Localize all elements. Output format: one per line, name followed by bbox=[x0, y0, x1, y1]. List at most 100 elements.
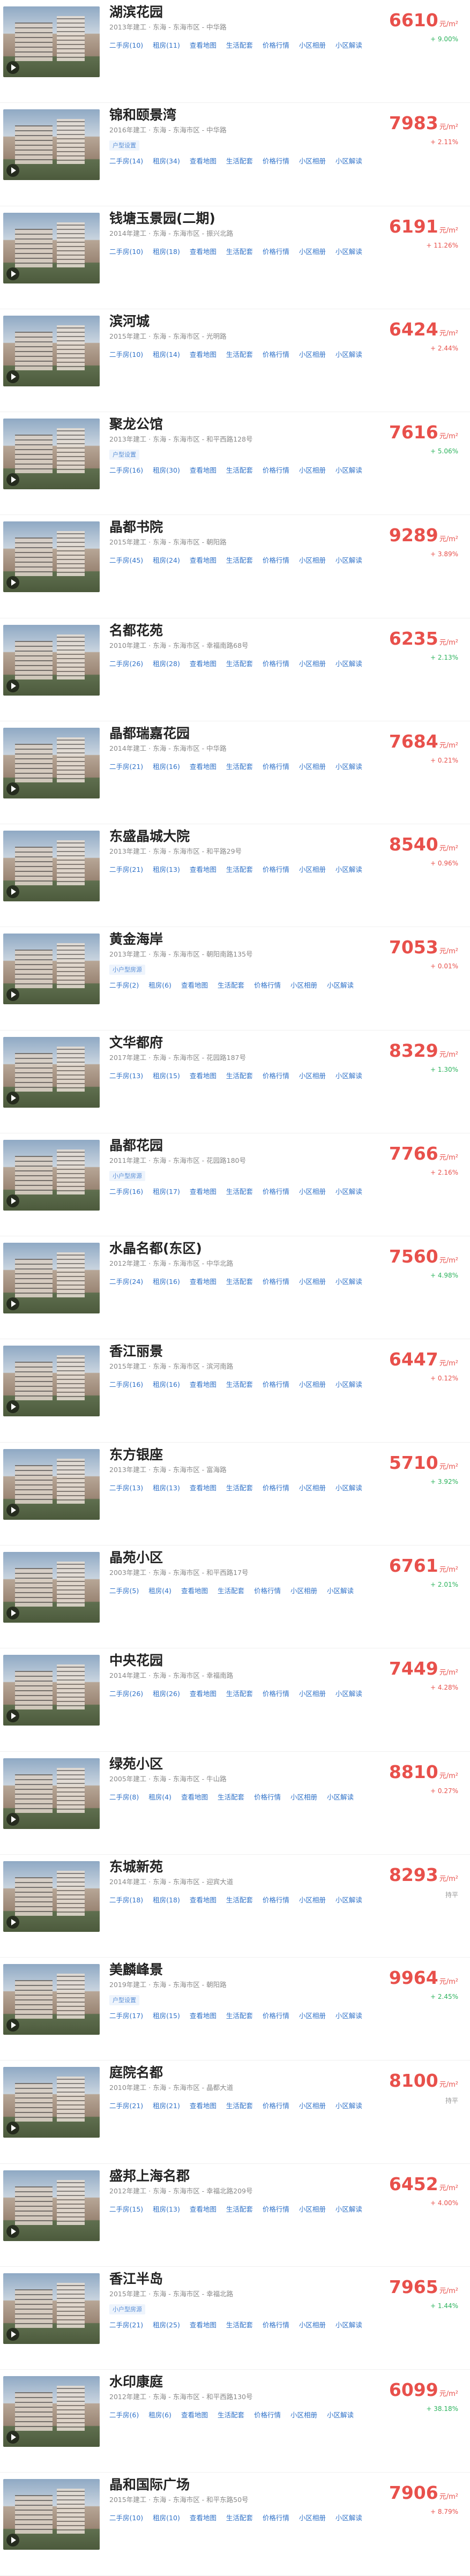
amenities-link[interactable]: 生活配套 bbox=[226, 1278, 253, 1286]
community-photo[interactable] bbox=[3, 109, 100, 181]
sale-link[interactable]: 二手房(10) bbox=[109, 248, 143, 256]
sale-link[interactable]: 二手房(21) bbox=[109, 865, 143, 873]
album-link[interactable]: 小区相册 bbox=[299, 660, 326, 668]
analysis-link[interactable]: 小区解读 bbox=[335, 350, 362, 359]
analysis-link[interactable]: 小区解读 bbox=[335, 1380, 362, 1388]
map-link[interactable]: 查看地图 bbox=[181, 1793, 208, 1801]
amenities-link[interactable]: 生活配套 bbox=[218, 2411, 244, 2419]
rent-link[interactable]: 租房(18) bbox=[153, 248, 180, 256]
play-video-icon[interactable] bbox=[6, 2122, 19, 2135]
rent-link[interactable]: 租房(4) bbox=[148, 1793, 171, 1801]
map-link[interactable]: 查看地图 bbox=[190, 1896, 217, 1904]
sale-link[interactable]: 二手房(16) bbox=[109, 466, 143, 474]
play-video-icon[interactable] bbox=[6, 1297, 19, 1311]
amenities-link[interactable]: 生活配套 bbox=[226, 2514, 253, 2522]
community-photo[interactable] bbox=[3, 419, 100, 490]
analysis-link[interactable]: 小区解读 bbox=[335, 248, 362, 256]
list-item[interactable]: 水晶名都(东区) 2012年建工 · 东海 - 东海市区 - 中华北路 二手房(24… bbox=[0, 1236, 470, 1340]
community-photo[interactable] bbox=[3, 212, 100, 283]
community-name[interactable]: 香江丽景 bbox=[109, 1342, 163, 1361]
rent-link[interactable]: 租房(10) bbox=[153, 2514, 180, 2522]
map-link[interactable]: 查看地图 bbox=[190, 1072, 217, 1080]
price-trend-link[interactable]: 价格行情 bbox=[263, 556, 289, 564]
price-trend-link[interactable]: 价格行情 bbox=[263, 248, 289, 256]
play-video-icon[interactable] bbox=[6, 1606, 19, 1619]
community-photo[interactable] bbox=[3, 2273, 100, 2344]
rent-link[interactable]: 租房(18) bbox=[153, 1896, 180, 1904]
sale-link[interactable]: 二手房(10) bbox=[109, 2514, 143, 2522]
album-link[interactable]: 小区相册 bbox=[299, 1380, 326, 1388]
community-name[interactable]: 锦和颐景湾 bbox=[109, 106, 176, 124]
amenities-link[interactable]: 生活配套 bbox=[218, 1587, 244, 1595]
sale-link[interactable]: 二手房(6) bbox=[109, 2411, 139, 2419]
play-video-icon[interactable] bbox=[6, 1400, 19, 1414]
map-link[interactable]: 查看地图 bbox=[190, 248, 217, 256]
price-trend-link[interactable]: 价格行情 bbox=[254, 1587, 281, 1595]
price-trend-link[interactable]: 价格行情 bbox=[263, 466, 289, 474]
community-name[interactable]: 滨河城 bbox=[109, 312, 150, 331]
community-photo[interactable] bbox=[3, 2479, 100, 2550]
album-link[interactable]: 小区相册 bbox=[299, 2102, 326, 2110]
sale-link[interactable]: 二手房(45) bbox=[109, 556, 143, 564]
play-video-icon[interactable] bbox=[6, 473, 19, 487]
community-name[interactable]: 晶都书院 bbox=[109, 518, 163, 536]
community-name[interactable]: 中央花园 bbox=[109, 1652, 163, 1670]
analysis-link[interactable]: 小区解读 bbox=[327, 1793, 354, 1801]
analysis-link[interactable]: 小区解读 bbox=[335, 1896, 362, 1904]
album-link[interactable]: 小区相册 bbox=[299, 2012, 326, 2020]
analysis-link[interactable]: 小区解读 bbox=[335, 1278, 362, 1286]
play-video-icon[interactable] bbox=[6, 61, 19, 74]
album-link[interactable]: 小区相册 bbox=[299, 865, 326, 873]
map-link[interactable]: 查看地图 bbox=[190, 2321, 217, 2329]
amenities-link[interactable]: 生活配套 bbox=[226, 865, 253, 873]
rent-link[interactable]: 租房(4) bbox=[148, 1587, 171, 1595]
map-link[interactable]: 查看地图 bbox=[190, 1484, 217, 1492]
play-video-icon[interactable] bbox=[6, 2431, 19, 2444]
list-item[interactable]: 文华都府 2017年建工 · 东海 - 东海市区 - 花园路187号 二手房(13)… bbox=[0, 1031, 470, 1133]
album-link[interactable]: 小区相册 bbox=[299, 157, 326, 165]
amenities-link[interactable]: 生活配套 bbox=[226, 763, 253, 771]
price-trend-link[interactable]: 价格行情 bbox=[263, 1188, 289, 1196]
rent-link[interactable]: 租房(13) bbox=[153, 2205, 180, 2213]
play-video-icon[interactable] bbox=[6, 988, 19, 1002]
map-link[interactable]: 查看地图 bbox=[181, 1587, 208, 1595]
price-trend-link[interactable]: 价格行情 bbox=[263, 1380, 289, 1388]
rent-link[interactable]: 租房(34) bbox=[153, 157, 180, 165]
map-link[interactable]: 查看地图 bbox=[190, 2205, 217, 2213]
sale-link[interactable]: 二手房(21) bbox=[109, 2102, 143, 2110]
community-photo[interactable] bbox=[3, 1964, 100, 2035]
album-link[interactable]: 小区相册 bbox=[299, 2205, 326, 2213]
list-item[interactable]: 滨河城 2015年建工 · 东海 - 东海市区 - 光明路 二手房(10) 租房(14… bbox=[0, 309, 470, 413]
sale-link[interactable]: 二手房(21) bbox=[109, 2321, 143, 2329]
amenities-link[interactable]: 生活配套 bbox=[226, 1072, 253, 1080]
album-link[interactable]: 小区相册 bbox=[290, 1793, 317, 1801]
analysis-link[interactable]: 小区解读 bbox=[327, 981, 354, 989]
price-trend-link[interactable]: 价格行情 bbox=[263, 2514, 289, 2522]
sale-link[interactable]: 二手房(26) bbox=[109, 660, 143, 668]
sale-link[interactable]: 二手房(26) bbox=[109, 1690, 143, 1698]
play-video-icon[interactable] bbox=[6, 2534, 19, 2547]
album-link[interactable]: 小区相册 bbox=[299, 1896, 326, 1904]
community-photo[interactable] bbox=[3, 1036, 100, 1108]
rent-link[interactable]: 租房(16) bbox=[153, 1380, 180, 1388]
price-trend-link[interactable]: 价格行情 bbox=[263, 2102, 289, 2110]
community-name[interactable]: 东城新苑 bbox=[109, 1858, 163, 1876]
amenities-link[interactable]: 生活配套 bbox=[226, 2205, 253, 2213]
sale-link[interactable]: 二手房(16) bbox=[109, 1380, 143, 1388]
sale-link[interactable]: 二手房(21) bbox=[109, 763, 143, 771]
analysis-link[interactable]: 小区解读 bbox=[335, 2514, 362, 2522]
community-name[interactable]: 晶都花园 bbox=[109, 1137, 163, 1155]
amenities-link[interactable]: 生活配套 bbox=[226, 660, 253, 668]
amenities-link[interactable]: 生活配套 bbox=[226, 466, 253, 474]
amenities-link[interactable]: 生活配套 bbox=[226, 1188, 253, 1196]
price-trend-link[interactable]: 价格行情 bbox=[263, 865, 289, 873]
price-trend-link[interactable]: 价格行情 bbox=[254, 2411, 281, 2419]
price-trend-link[interactable]: 价格行情 bbox=[263, 157, 289, 165]
list-item[interactable]: 香江丽景 2015年建工 · 东海 - 东海市区 - 滨河南路 二手房(16) 租房(… bbox=[0, 1339, 470, 1443]
community-name[interactable]: 东方银座 bbox=[109, 1446, 163, 1464]
album-link[interactable]: 小区相册 bbox=[299, 763, 326, 771]
community-name[interactable]: 名都花苑 bbox=[109, 622, 163, 640]
price-trend-link[interactable]: 价格行情 bbox=[263, 1278, 289, 1286]
album-link[interactable]: 小区相册 bbox=[299, 466, 326, 474]
analysis-link[interactable]: 小区解读 bbox=[335, 2205, 362, 2213]
